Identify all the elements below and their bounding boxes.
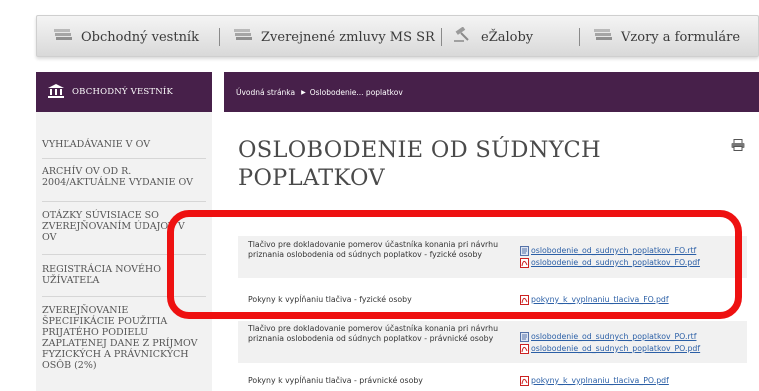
document-description: Pokyny k vypĺňaniu tlačiva - právnické o… — [248, 376, 423, 385]
breadcrumb: Úvodná stránka ▶ Oslobodenie... poplatko… — [224, 72, 759, 112]
file-link-pdf[interactable]: pokyny_k_vyplnaniu_tlaciva_FO.pdf — [520, 294, 669, 305]
file-link-pdf[interactable]: pokyny_k_vyplnaniu_tlaciva_PO.pdf — [520, 375, 669, 386]
file-link-rtf[interactable]: oslobodenie_od_sudnych_poplatkov_FO.rtf — [520, 245, 696, 256]
courthouse-icon — [48, 83, 64, 102]
sidebar-item-vyhladavanie[interactable]: VYHĽADÁVANIE V OV — [36, 139, 212, 150]
sidebar-header-label: OBCHODNÝ VESTNÍK — [72, 87, 174, 97]
file-name: pokyny_k_vyplnaniu_tlaciva_PO.pdf — [531, 376, 669, 385]
newspaper-stack-icon — [53, 28, 73, 46]
document-description: Tlačivo pre dokladovanie pomerov účastní… — [248, 324, 499, 343]
file-link-pdf[interactable]: oslobodenie_od_sudnych_poplatkov_FO.pdf — [520, 257, 700, 268]
tab-label: Zverejnené zmluvy MS SR — [261, 29, 435, 45]
document-description: Tlačivo pre dokladovanie pomerov účastní… — [248, 240, 499, 259]
sidebar-divider — [42, 254, 206, 255]
tab-separator — [441, 28, 442, 46]
sidebar-item-registracia[interactable]: REGISTRÁCIA NOVÉHO UŽÍVATEĽA — [36, 264, 212, 286]
file-name: oslobodenie_od_sudnych_poplatkov_FO.pdf — [531, 258, 700, 267]
sidebar-item-archiv[interactable]: ARCHÍV OV OD R. 2004/AKTUÁLNE VYDANIE OV — [36, 166, 212, 188]
file-link-pdf[interactable]: oslobodenie_od_sudnych_poplatkov_PO.pdf — [520, 343, 700, 354]
gavel-icon — [453, 26, 473, 47]
document-row: Tlačivo pre dokladovanie pomerov účastní… — [238, 321, 747, 363]
breadcrumb-home[interactable]: Úvodná stránka — [236, 88, 295, 97]
tab-separator — [579, 28, 580, 46]
sidebar-divider — [42, 158, 206, 159]
file-name: oslobodenie_od_sudnych_poplatkov_FO.rtf — [531, 246, 697, 255]
sidebar-item-zverejnovanie-2-percenta[interactable]: ZVEREJŇOVANIE ŠPECIFIKÁCIE POUŽITIA PRIJ… — [36, 305, 212, 371]
tab-separator — [219, 28, 220, 46]
pdf-file-icon — [520, 343, 529, 354]
newspaper-stack-icon — [593, 28, 613, 46]
tab-vzory-a-formulare[interactable]: Vzory a formuláre — [593, 16, 740, 58]
file-name: pokyny_k_vyplnaniu_tlaciva_FO.pdf — [531, 295, 669, 304]
document-description: Pokyny k vypĺňaniu tlačiva - fyzické oso… — [248, 295, 412, 304]
sidebar-item-otazky[interactable]: OTÁZKY SÚVISIACE SO ZVEREJŇOVANÍM ÚDAJOV… — [36, 210, 212, 243]
tab-label: Vzory a formuláre — [621, 29, 741, 45]
rtf-file-icon — [520, 331, 529, 342]
file-name: oslobodenie_od_sudnych_poplatkov_PO.pdf — [531, 344, 701, 353]
sidebar-divider — [42, 201, 206, 202]
pdf-file-icon — [520, 257, 529, 268]
sidebar-header[interactable]: OBCHODNÝ VESTNÍK — [36, 72, 212, 112]
sidebar-menu: VYHĽADÁVANIE V OV ARCHÍV OV OD R. 2004/A… — [36, 112, 212, 391]
pdf-file-icon — [520, 375, 529, 386]
file-link-rtf[interactable]: oslobodenie_od_sudnych_poplatkov_PO.rtf — [520, 331, 697, 342]
file-name: oslobodenie_od_sudnych_poplatkov_PO.rtf — [531, 332, 697, 341]
tab-zverejnene-zmluvy[interactable]: Zverejnené zmluvy MS SR — [233, 16, 435, 58]
breadcrumb-arrow-icon: ▶ — [301, 88, 306, 96]
tab-label: eŽaloby — [481, 29, 534, 45]
tab-ezaloby[interactable]: eŽaloby — [453, 16, 533, 58]
newspaper-stack-icon — [233, 28, 253, 46]
breadcrumb-current: Oslobodenie... poplatkov — [309, 87, 403, 97]
tab-obchodny-vestnik[interactable]: Obchodný vestník — [53, 16, 199, 58]
print-icon[interactable] — [731, 136, 745, 151]
tab-label: Obchodný vestník — [81, 29, 199, 45]
document-row: Tlačivo pre dokladovanie pomerov účastní… — [238, 236, 747, 278]
sidebar-divider — [42, 296, 206, 297]
main-content: OSLOBODENIE OD SÚDNYCH POPLATKOV Tlačivo… — [224, 112, 759, 391]
rtf-file-icon — [520, 245, 529, 256]
top-navigation-bar: Obchodný vestník Zverejnené zmluvy MS SR… — [36, 15, 759, 57]
document-row: Pokyny k vypĺňaniu tlačiva - fyzické oso… — [238, 287, 747, 311]
page-title: OSLOBODENIE OD SÚDNYCH POPLATKOV — [238, 137, 601, 191]
document-row: Pokyny k vypĺňaniu tlačiva - právnické o… — [238, 368, 747, 391]
pdf-file-icon — [520, 294, 529, 305]
